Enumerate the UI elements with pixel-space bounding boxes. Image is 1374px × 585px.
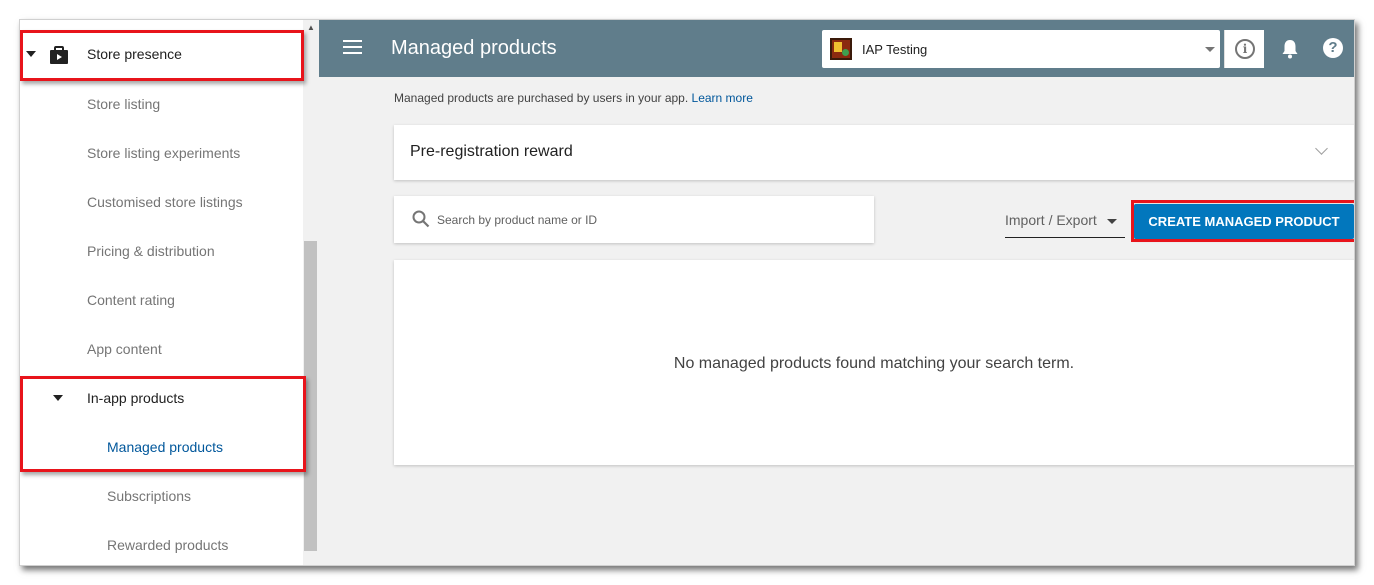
sidebar-item-subscriptions[interactable]: Subscriptions xyxy=(20,472,303,520)
import-export-label: Import / Export xyxy=(1005,212,1097,228)
sidebar-item-label: Store listing experiments xyxy=(87,145,241,161)
dropdown-arrow-icon xyxy=(1107,219,1117,224)
sidebar-item-store-listing-experiments[interactable]: Store listing experiments xyxy=(20,129,303,177)
hamburger-menu-icon[interactable] xyxy=(343,40,362,55)
sidebar-item-rewarded-products[interactable]: Rewarded products xyxy=(20,521,303,565)
sidebar-item-label: Pricing & distribution xyxy=(87,243,215,259)
sidebar-item-label: Subscriptions xyxy=(107,488,192,504)
highlight-in-app-products xyxy=(20,376,306,472)
sidebar-item-label: Customised store listings xyxy=(87,194,243,210)
sidebar-item-label: Store listing xyxy=(87,96,161,112)
main-content: Managed products are purchased by users … xyxy=(319,77,1354,565)
sidebar-item-store-listing[interactable]: Store listing xyxy=(20,80,303,128)
chevron-down-icon[interactable] xyxy=(1315,142,1328,155)
highlight-create-button xyxy=(1131,200,1354,242)
sidebar: Store presence Store listing Store listi… xyxy=(20,20,319,565)
console-window: Store presence Store listing Store listi… xyxy=(19,19,1355,566)
sidebar-item-label: App content xyxy=(87,341,162,357)
top-app-bar: Managed products IAP Testing i ? xyxy=(319,20,1354,77)
page-title: Managed products xyxy=(391,37,557,59)
sidebar-item-customised-store-listings[interactable]: Customised store listings xyxy=(20,178,303,226)
dropdown-arrow-icon xyxy=(1205,47,1215,52)
info-button[interactable]: i xyxy=(1224,30,1264,68)
sidebar-item-label: Content rating xyxy=(87,292,175,308)
empty-state-message: No managed products found matching your … xyxy=(673,355,1075,372)
app-icon xyxy=(830,38,852,60)
info-icon: i xyxy=(1235,39,1255,59)
app-selector[interactable]: IAP Testing xyxy=(822,30,1220,68)
scroll-up-arrow-icon[interactable]: ▲ xyxy=(304,22,318,34)
search-input[interactable] xyxy=(437,210,857,230)
search-box[interactable] xyxy=(394,196,874,243)
notification-bell-icon[interactable] xyxy=(1281,38,1299,60)
sidebar-item-label: Rewarded products xyxy=(107,537,229,553)
sidebar-item-content-rating[interactable]: Content rating xyxy=(20,276,303,324)
import-export-dropdown[interactable]: Import / Export xyxy=(1005,210,1125,238)
panel-title: Pre-registration reward xyxy=(410,143,573,160)
intro-description: Managed products are purchased by users … xyxy=(394,91,689,105)
search-icon xyxy=(412,210,430,228)
help-icon[interactable]: ? xyxy=(1323,38,1343,58)
sidebar-item-app-content[interactable]: App content xyxy=(20,325,303,373)
pre-registration-reward-panel[interactable]: Pre-registration reward xyxy=(394,125,1354,180)
app-selector-value: IAP Testing xyxy=(862,42,928,57)
highlight-store-presence xyxy=(20,30,304,81)
learn-more-link[interactable]: Learn more xyxy=(692,91,753,105)
intro-text: Managed products are purchased by users … xyxy=(394,91,753,105)
sidebar-item-pricing-distribution[interactable]: Pricing & distribution xyxy=(20,227,303,275)
results-card: No managed products found matching your … xyxy=(394,260,1354,465)
